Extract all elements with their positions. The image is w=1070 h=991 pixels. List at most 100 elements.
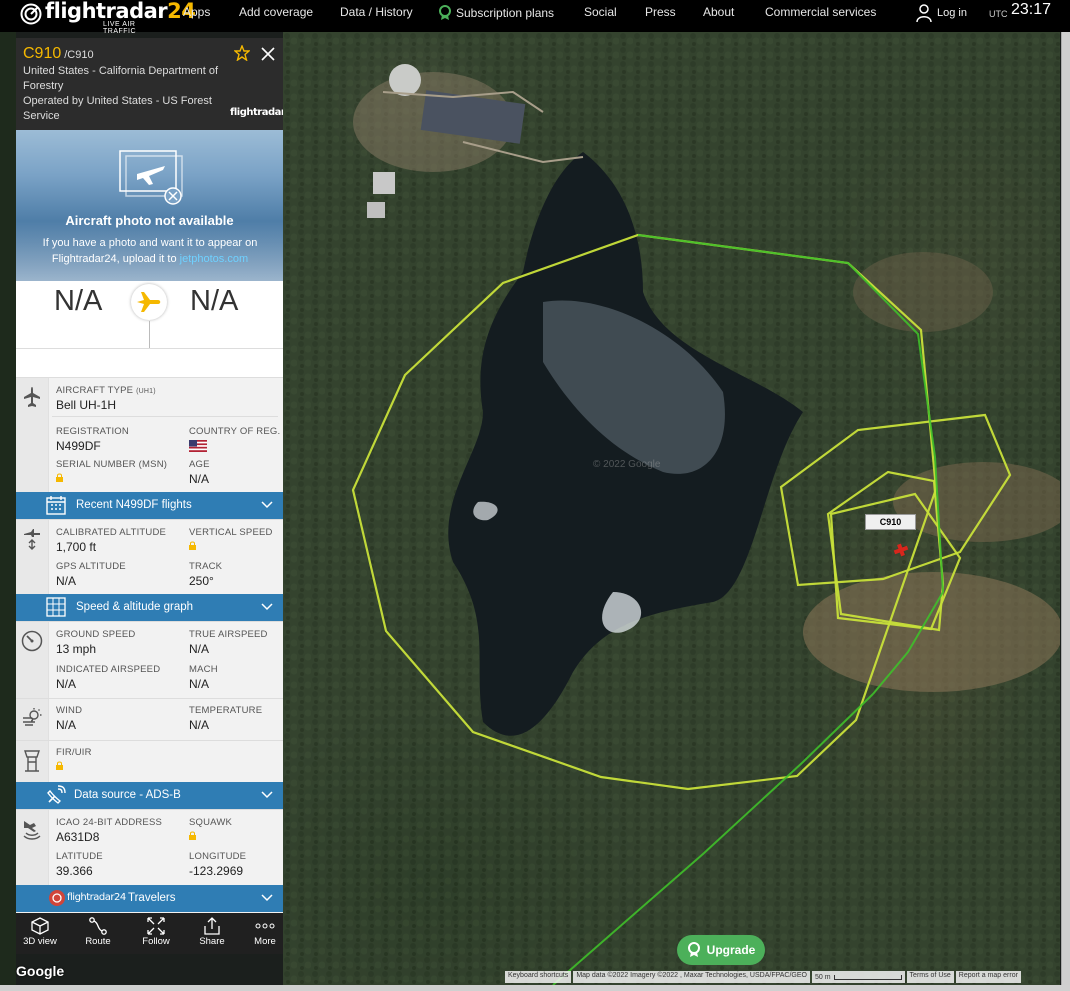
true-airspeed-value: N/A bbox=[189, 642, 210, 656]
latitude-label: LATITUDE bbox=[56, 851, 103, 862]
photo-upload-message: If you have a photo and want it to appea… bbox=[30, 235, 270, 267]
nav-subscription-plans[interactable]: Subscription plans bbox=[438, 5, 554, 21]
squawk-label: SQUAWK bbox=[189, 817, 233, 828]
lock-icon[interactable] bbox=[189, 541, 196, 550]
recent-flights-bar[interactable]: Recent N499DF flights bbox=[16, 492, 283, 519]
age-value: N/A bbox=[189, 472, 210, 486]
satellite-map[interactable]: © 2022 Google C910 Upgrade bbox=[283, 32, 1060, 985]
route-divider bbox=[16, 348, 283, 349]
aircraft-owner-operator: United States - California Department of… bbox=[23, 64, 228, 124]
graph-grid-icon bbox=[46, 597, 66, 617]
speed-section: GROUND SPEED 13 mph TRUE AIRSPEED N/A IN… bbox=[16, 621, 283, 698]
map-scale: 50 m bbox=[811, 971, 905, 983]
longitude-label: LONGITUDE bbox=[189, 851, 247, 862]
indicated-airspeed-value: N/A bbox=[56, 677, 77, 691]
route-label: Route bbox=[85, 936, 111, 947]
weather-icon bbox=[23, 708, 42, 726]
report-map-error-link[interactable]: Report a map error bbox=[955, 971, 1021, 983]
login-button[interactable]: Log in bbox=[916, 3, 967, 23]
map-data-credit: Map data ©2022 Imagery ©2022 , Maxar Tec… bbox=[573, 971, 810, 983]
speed-altitude-graph-bar[interactable]: Speed & altitude graph bbox=[16, 594, 283, 621]
route-plane-badge bbox=[131, 284, 167, 320]
aircraft-owner: United States - California Department of… bbox=[23, 65, 219, 92]
fir-uir-label: FIR/UIR bbox=[56, 747, 92, 758]
badge-icon bbox=[439, 5, 451, 20]
lock-icon[interactable] bbox=[56, 473, 63, 482]
map-left-edge bbox=[0, 32, 16, 985]
chevron-down-icon bbox=[261, 603, 273, 611]
nav-commercial-services[interactable]: Commercial services bbox=[765, 5, 876, 19]
registration-label: REGISTRATION bbox=[56, 426, 129, 437]
icao-address-value: A631D8 bbox=[56, 830, 100, 844]
nav-social[interactable]: Social bbox=[584, 5, 617, 19]
data-source-section: ICAO 24-BIT ADDRESS A631D8 SQUAWK LATITU… bbox=[16, 809, 283, 885]
lock-icon[interactable] bbox=[56, 761, 63, 770]
travelers-bar[interactable]: flightradar24 Travelers bbox=[16, 885, 283, 912]
chevron-down-icon bbox=[261, 894, 273, 902]
photo-unavailable-title: Aircraft photo not available bbox=[65, 213, 234, 228]
calibrated-altitude-value: 1,700 ft bbox=[56, 540, 97, 554]
travelers-label: Travelers bbox=[128, 892, 176, 904]
altitude-icon bbox=[24, 529, 40, 550]
keyboard-shortcuts-link[interactable]: Keyboard shortcuts bbox=[505, 971, 572, 983]
favorite-star-icon[interactable] bbox=[234, 45, 250, 61]
aircraft-type-value: Bell UH-1H bbox=[56, 398, 117, 412]
gps-altitude-value: N/A bbox=[56, 574, 77, 588]
follow-button[interactable]: Follow bbox=[132, 916, 180, 947]
temperature-value: N/A bbox=[189, 718, 210, 732]
data-source-bar[interactable]: Data source - ADS-B bbox=[16, 782, 283, 809]
route-icon bbox=[89, 917, 107, 935]
route-display: N/A N/A bbox=[16, 281, 283, 377]
aircraft-photo-placeholder: Aircraft photo not available If you have… bbox=[16, 130, 283, 281]
age-label: AGE bbox=[189, 459, 210, 470]
calendar-icon bbox=[46, 496, 66, 515]
registration-value: N499DF bbox=[56, 439, 101, 453]
nav-data-history[interactable]: Data / History bbox=[340, 5, 413, 19]
origin-airport[interactable]: N/A bbox=[54, 285, 102, 318]
upgrade-button[interactable]: Upgrade bbox=[677, 935, 765, 965]
route-button[interactable]: Route bbox=[74, 916, 122, 947]
user-icon bbox=[916, 4, 932, 23]
page-scrollbar[interactable] bbox=[1061, 32, 1070, 985]
true-airspeed-label: TRUE AIRSPEED bbox=[189, 629, 268, 640]
us-flag-icon bbox=[189, 440, 207, 452]
fr24-circle-logo-icon bbox=[49, 890, 65, 906]
data-source-label: Data source - ADS-B bbox=[74, 789, 181, 801]
speed-icon-column bbox=[16, 622, 49, 698]
longitude-value: -123.2969 bbox=[189, 864, 244, 878]
terms-link[interactable]: Terms of Use bbox=[906, 971, 954, 983]
callsign-alt: /C910 bbox=[64, 49, 94, 61]
3d-view-button[interactable]: 3D view bbox=[16, 916, 64, 947]
share-button[interactable]: Share bbox=[188, 916, 236, 947]
temperature-label: TEMPERATURE bbox=[189, 705, 263, 716]
mach-value: N/A bbox=[189, 677, 210, 691]
nav-apps[interactable]: Apps bbox=[183, 5, 210, 19]
latitude-value: 39.366 bbox=[56, 864, 93, 878]
callsign-title: C910/C910 bbox=[23, 45, 94, 63]
aircraft-callsign-label[interactable]: C910 bbox=[865, 514, 916, 530]
nav-add-coverage[interactable]: Add coverage bbox=[239, 5, 313, 19]
track-label: TRACK bbox=[189, 561, 223, 572]
close-icon[interactable] bbox=[261, 47, 275, 61]
wind-icon-column bbox=[16, 699, 49, 740]
follow-icon bbox=[147, 917, 165, 935]
lock-icon[interactable] bbox=[189, 831, 196, 840]
share-label: Share bbox=[199, 936, 225, 947]
map-scale-label: 50 m bbox=[814, 973, 831, 981]
more-dots-icon bbox=[255, 923, 275, 929]
calibrated-altitude-label: CALIBRATED ALTITUDE bbox=[56, 527, 167, 538]
more-button[interactable]: More bbox=[241, 916, 289, 947]
flightradar24-logo[interactable]: flightradar24 LIVE AIR TRAFFIC bbox=[20, 0, 196, 35]
transponder-icon bbox=[23, 821, 41, 840]
altitude-section: CALIBRATED ALTITUDE 1,700 ft VERTICAL SP… bbox=[16, 519, 283, 594]
icao-address-label: ICAO 24-BIT ADDRESS bbox=[56, 817, 163, 828]
destination-airport[interactable]: N/A bbox=[190, 285, 238, 318]
mach-label: MACH bbox=[189, 664, 218, 675]
flight-info-panel: C910/C910 United States - California Dep… bbox=[16, 38, 283, 954]
speed-graph-label: Speed & altitude graph bbox=[76, 601, 194, 613]
wind-value: N/A bbox=[56, 718, 77, 732]
nav-about[interactable]: About bbox=[703, 5, 734, 19]
nav-press[interactable]: Press bbox=[645, 5, 676, 19]
jetphotos-link[interactable]: jetphotos.com bbox=[180, 253, 248, 265]
cube-icon bbox=[31, 917, 49, 935]
